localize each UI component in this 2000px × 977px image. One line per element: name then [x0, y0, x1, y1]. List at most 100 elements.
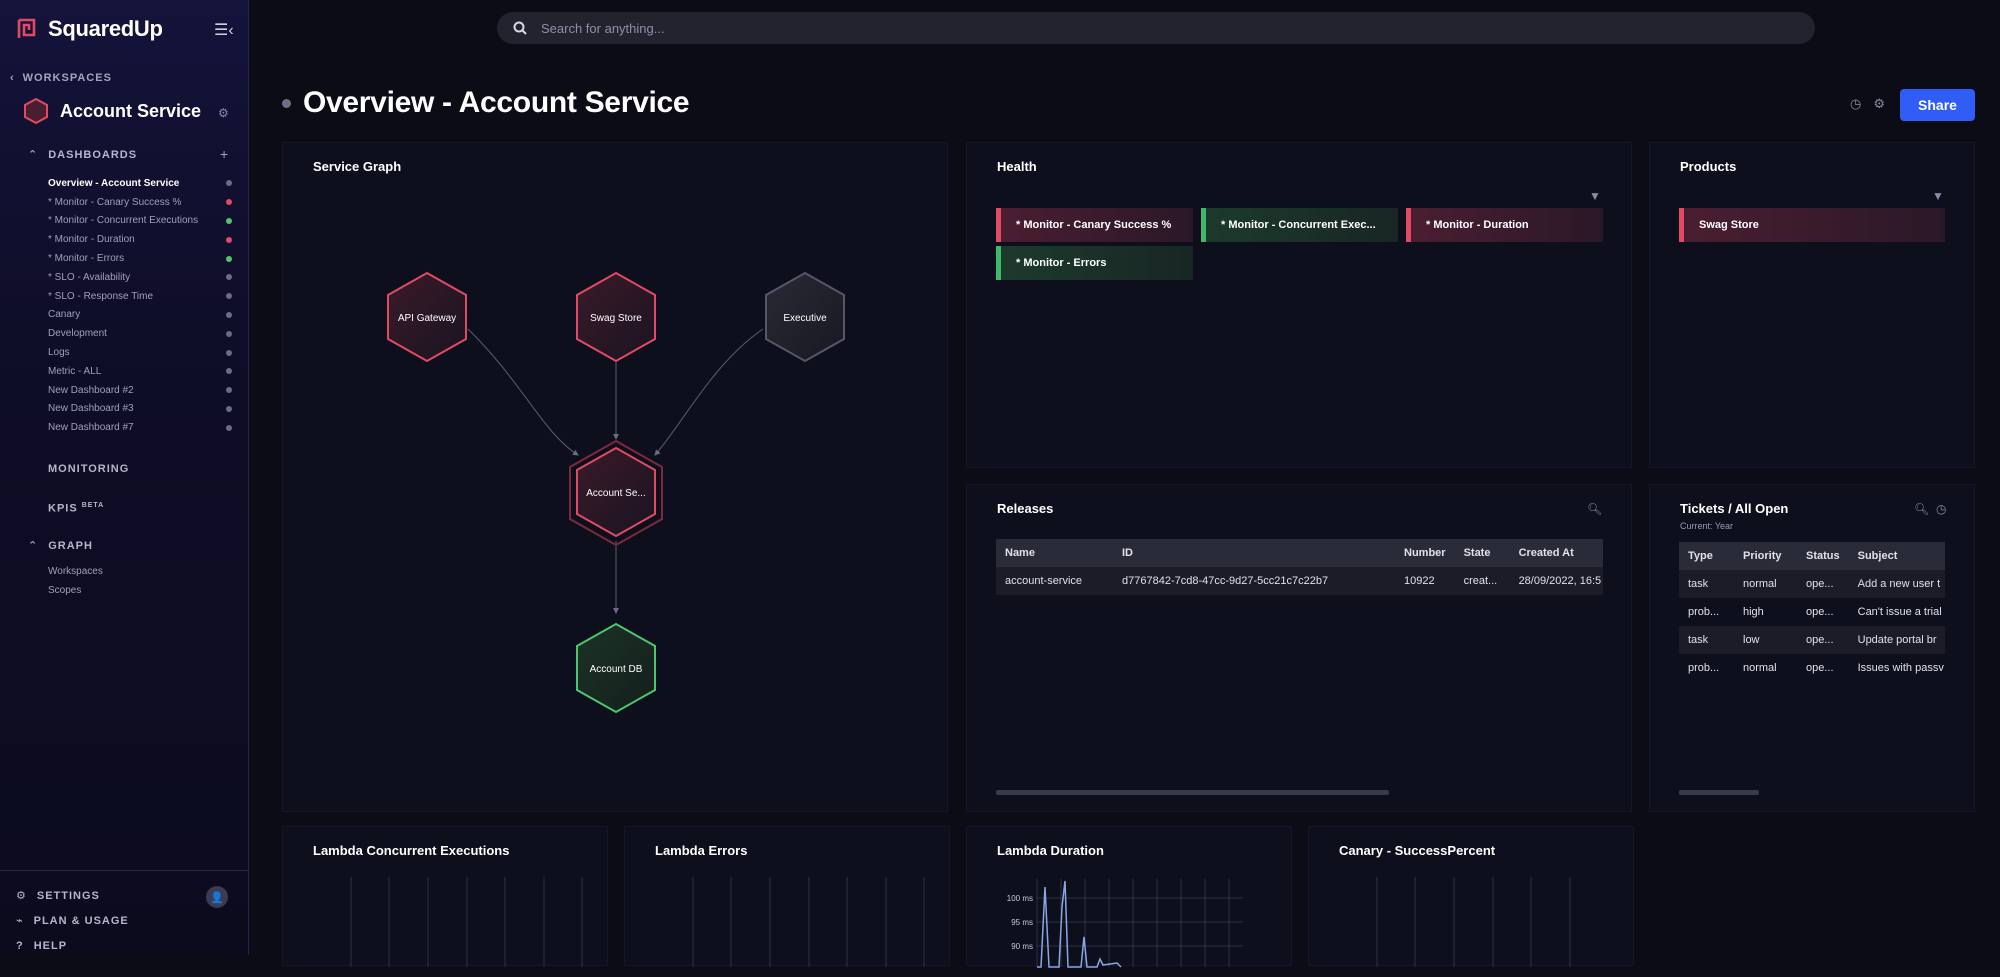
panel-title: Tickets / All Open [1680, 501, 1789, 516]
page-title: Overview - Account Service [303, 86, 690, 119]
sidebar-item-monitor-duration[interactable]: * Monitor - Duration [48, 230, 234, 249]
dashboard-label: * SLO - Response Time [48, 290, 154, 302]
share-button[interactable]: Share [1900, 89, 1975, 121]
column-header[interactable]: Name [996, 539, 1113, 567]
workspaces-back-link[interactable]: ‹ WORKSPACES [10, 72, 112, 84]
sidebar-item-monitor-canary[interactable]: * Monitor - Canary Success % [48, 193, 234, 212]
horizontal-scrollbar[interactable] [1679, 790, 1759, 795]
dashboard-label: Canary [48, 309, 81, 321]
column-header[interactable]: Number [1395, 539, 1455, 567]
cell: normal [1743, 662, 1777, 674]
clock-icon[interactable]: ◷ [1936, 502, 1946, 516]
dashboards-section-toggle[interactable]: ⌃ DASHBOARDS [28, 148, 137, 162]
sidebar-item-scopes[interactable]: Scopes [48, 585, 103, 604]
column-header[interactable]: Created At [1509, 539, 1603, 567]
gear-icon[interactable]: ⚙ [1873, 96, 1885, 112]
graph-node-account-db[interactable]: Account DB [576, 622, 656, 714]
help-link[interactable]: ? HELP [16, 933, 249, 958]
status-dot [226, 199, 232, 206]
table-row[interactable]: task low ope... Update portal br [1679, 626, 1945, 654]
column-header[interactable]: State [1454, 539, 1510, 567]
sidebar-item-slo-availability[interactable]: * SLO - Availability [48, 268, 234, 287]
y-tick-label: 100 ms [1007, 894, 1033, 903]
filter-icon[interactable]: ▼ [1589, 189, 1601, 203]
cell: account-service [996, 567, 1113, 595]
column-header[interactable]: Subject [1848, 542, 1945, 570]
search-icon[interactable]: 🔍︎ [1587, 502, 1602, 516]
workspace-settings-gear-icon[interactable]: ⚙ [218, 106, 229, 120]
sidebar-item-new-dashboard-2[interactable]: New Dashboard #2 [48, 381, 234, 400]
graph-node-account-service[interactable]: Account Se... [569, 439, 663, 547]
sidebar-item-monitoring[interactable]: MONITORING [48, 463, 129, 475]
graph-section-toggle[interactable]: ⌃ GRAPH [28, 539, 93, 553]
sidebar-item-development[interactable]: Development [48, 324, 234, 343]
node-label: Account DB [590, 664, 643, 675]
releases-panel: Releases 🔍︎ Name ID Number State Created… [966, 484, 1632, 812]
tickets-table-wrap: Type Priority Status Subject task normal o… [1679, 542, 1945, 682]
status-dot [226, 424, 232, 431]
search-icon[interactable]: 🔍︎ [1914, 502, 1929, 516]
sidebar-item-canary[interactable]: Canary [48, 306, 234, 325]
sidebar-item-new-dashboard-7[interactable]: New Dashboard #7 [48, 418, 234, 437]
health-tile-concurrent[interactable]: * Monitor - Concurrent Exec... [1201, 208, 1398, 242]
status-dot [226, 405, 232, 412]
health-tile-errors[interactable]: * Monitor - Errors [996, 246, 1193, 280]
cell: 10922 [1395, 567, 1455, 595]
table-row[interactable]: prob... normal ope... Issues with passv [1679, 654, 1945, 682]
sidebar-item-overview-account-service[interactable]: Overview - Account Service [48, 174, 234, 193]
health-tile-duration[interactable]: * Monitor - Duration [1406, 208, 1603, 242]
column-header[interactable]: Status [1797, 542, 1849, 570]
graph-list: Workspaces Scopes [48, 566, 103, 604]
column-header[interactable]: Type [1679, 542, 1734, 570]
sidebar-item-logs[interactable]: Logs [48, 343, 234, 362]
global-search [497, 12, 1815, 44]
workspace-title[interactable]: Account Service [24, 98, 201, 124]
sidebar-item-monitor-concurrent[interactable]: * Monitor - Concurrent Executions [48, 212, 234, 231]
panel-title: Health [997, 159, 1037, 174]
table-row[interactable]: prob... high ope... Can't issue a trial [1679, 598, 1945, 626]
sidebar: SquaredUp ☰‹ ‹ WORKSPACES Account Servic… [0, 0, 249, 955]
clock-icon[interactable]: ◷ [1850, 96, 1861, 112]
add-dashboard-plus-icon[interactable]: + [220, 146, 228, 162]
graph-node-executive[interactable]: Executive [765, 271, 845, 363]
column-header[interactable]: ID [1113, 539, 1395, 567]
filter-icon[interactable]: ▼ [1932, 189, 1944, 203]
search-input[interactable] [541, 20, 1641, 36]
kpis-label: KPIS [48, 502, 78, 515]
sidebar-item-slo-response-time[interactable]: * SLO - Response Time [48, 287, 234, 306]
graph-node-swag-store[interactable]: Swag Store [576, 271, 656, 363]
beta-badge: BETA [81, 502, 105, 509]
health-panel: Health ▼ * Monitor - Canary Success % * … [966, 142, 1632, 468]
status-dot [226, 368, 232, 375]
cell: creat... [1454, 567, 1510, 595]
dashboard-label: * Monitor - Duration [48, 234, 135, 246]
user-avatar[interactable]: 👤 [206, 886, 228, 908]
status-dot [226, 180, 232, 187]
dashboard-label: * Monitor - Errors [48, 253, 125, 265]
dashboard-label: New Dashboard #2 [48, 384, 134, 396]
cell: task [1679, 570, 1734, 598]
app-name: SquaredUp [48, 16, 163, 41]
sidebar-item-metric-all[interactable]: Metric - ALL [48, 362, 234, 381]
sidebar-item-monitor-errors[interactable]: * Monitor - Errors [48, 249, 234, 268]
product-tile-swag-store[interactable]: Swag Store [1679, 208, 1945, 242]
sidebar-item-new-dashboard-3[interactable]: New Dashboard #3 [48, 400, 234, 419]
squaredup-logo-icon [17, 18, 36, 38]
dashboard-label: New Dashboard #3 [48, 403, 134, 415]
status-dot [226, 349, 232, 356]
collapse-sidebar-icon[interactable]: ☰‹ [214, 20, 236, 39]
sidebar-item-kpis[interactable]: KPIS BETA [48, 502, 104, 515]
plan-usage-link[interactable]: ⌁ PLAN & USAGE [16, 908, 249, 933]
table-row[interactable]: account-service d7767842-7cd8-47cc-9d27-… [996, 567, 1603, 595]
dashboard-label: * SLO - Availability [48, 271, 131, 283]
app-logo[interactable]: SquaredUp [16, 16, 163, 42]
cell: 28/09/2022, 16:5 [1509, 567, 1603, 595]
status-dot [226, 217, 232, 224]
table-row[interactable]: task normal ope... Add a new user t [1679, 570, 1945, 598]
column-header[interactable]: Priority [1734, 542, 1797, 570]
horizontal-scrollbar[interactable] [996, 790, 1389, 795]
page-header: Overview - Account Service [282, 86, 690, 120]
graph-node-api-gateway[interactable]: API Gateway [387, 271, 467, 363]
sidebar-item-workspaces[interactable]: Workspaces [48, 566, 103, 585]
health-tile-canary[interactable]: * Monitor - Canary Success % [996, 208, 1193, 242]
